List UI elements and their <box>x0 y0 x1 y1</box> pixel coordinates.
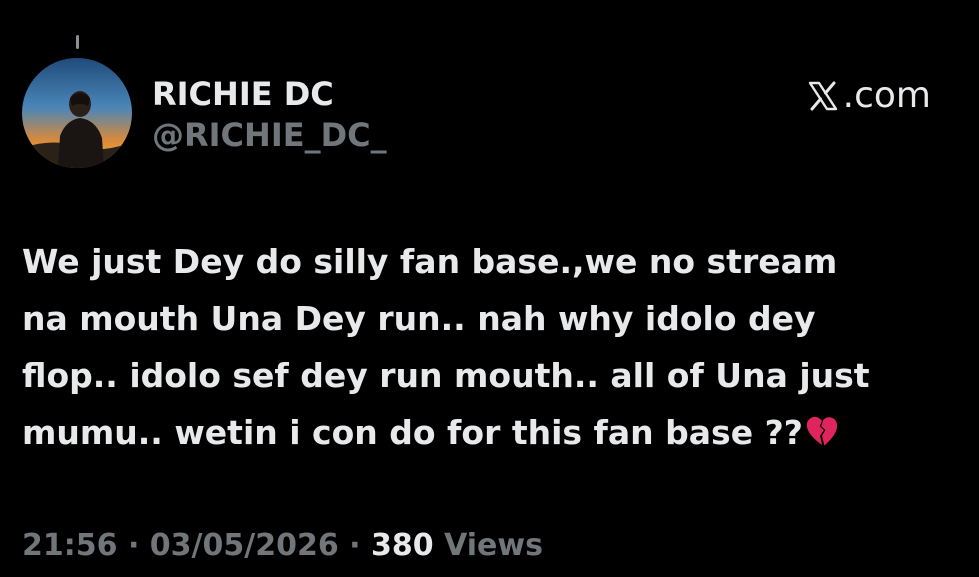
tweet-time[interactable]: 21:56 <box>22 528 118 563</box>
thread-connector-line <box>76 35 79 49</box>
tweet-header: RICHIE DC @RICHIE_DC_ .com <box>22 58 957 178</box>
author-display-name[interactable]: RICHIE DC <box>152 74 387 114</box>
tweet-meta: 21:56 · 03/05/2026 · 380 Views <box>22 524 543 568</box>
meta-separator: · <box>117 528 150 563</box>
views-count[interactable]: 380 <box>371 528 434 563</box>
author-handle[interactable]: @RICHIE_DC_ <box>152 114 387 156</box>
meta-separator: · <box>338 528 371 563</box>
brand-label: .com <box>842 75 931 116</box>
brand-watermark: .com <box>807 76 931 116</box>
author-block: RICHIE DC @RICHIE_DC_ <box>152 74 387 156</box>
x-logo-icon <box>808 81 837 111</box>
tweet-date[interactable]: 03/05/2026 <box>150 528 339 563</box>
tweet-text: We just Dey do silly fan base.,we no str… <box>22 233 952 461</box>
views-label: Views <box>433 528 543 563</box>
avatar-image <box>22 58 132 168</box>
broken-heart-icon <box>806 416 837 446</box>
tweet-text-content: We just Dey do silly fan base.,we no str… <box>22 242 870 452</box>
avatar[interactable] <box>22 58 132 168</box>
